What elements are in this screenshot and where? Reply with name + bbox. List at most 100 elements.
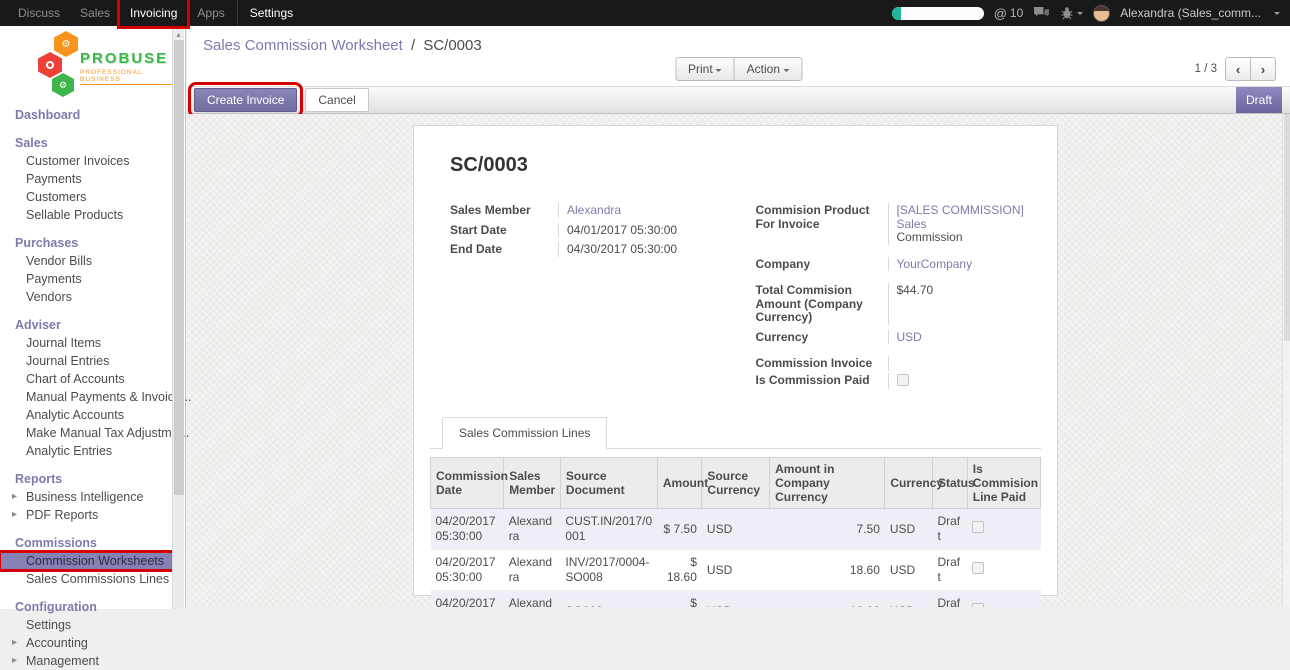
- sidebar-item-payments-purchases[interactable]: Payments: [0, 270, 173, 288]
- tab-sales-commission-lines[interactable]: Sales Commission Lines: [442, 417, 607, 449]
- table-row[interactable]: 04/20/2017 05:30:00 Alexandra CUST.IN/20…: [431, 509, 1041, 550]
- sidebar-item-analytic-entries[interactable]: Analytic Entries: [0, 442, 173, 460]
- user-avatar[interactable]: [1093, 5, 1110, 22]
- col-sales-member[interactable]: Sales Member: [504, 458, 561, 509]
- menu-discuss[interactable]: Discuss: [8, 0, 70, 26]
- sidebar-section-commissions[interactable]: Commissions: [0, 534, 173, 552]
- sidebar-item-journal-items[interactable]: Journal Items: [0, 334, 173, 352]
- field-groups: Sales Member Alexandra Start Date 04/01/…: [430, 203, 1041, 394]
- activities-counter[interactable]: 10: [994, 6, 1024, 21]
- field-label-start-date: Start Date: [450, 223, 558, 238]
- field-value-start-date: 04/01/2017 05:30:00: [567, 223, 677, 237]
- form-view-background: SC/0003 Sales Member Alexandra Start Dat…: [187, 114, 1290, 607]
- line-paid-checkbox: [972, 521, 984, 533]
- col-status[interactable]: Status: [932, 458, 967, 509]
- print-button[interactable]: Print: [675, 57, 735, 81]
- col-currency[interactable]: Currency: [885, 458, 933, 509]
- form-button-bar: Create Invoice Cancel Draft: [187, 86, 1290, 114]
- field-value-sales-member[interactable]: Alexandra: [567, 203, 621, 217]
- logo-hexagon-green-icon: ⚙: [52, 73, 74, 97]
- breadcrumb: Sales Commission Worksheet / SC/0003: [203, 37, 482, 54]
- breadcrumb-separator: /: [411, 37, 415, 54]
- window-scroll-thumb[interactable]: [1284, 114, 1290, 341]
- col-source-document[interactable]: Source Document: [560, 458, 657, 509]
- sidebar-scroll-thumb[interactable]: [174, 40, 184, 495]
- sidebar-item-journal-entries[interactable]: Journal Entries: [0, 352, 173, 370]
- col-is-paid[interactable]: Is Commision Line Paid: [967, 458, 1040, 509]
- sidebar-item-tax-adjustments[interactable]: Make Manual Tax Adjustme...: [0, 424, 173, 442]
- notebook: Sales Commission Lines Commission Date S…: [430, 416, 1041, 607]
- company-logo: ⚙ ⚙ PROBUSE PROFESSIONAL BUSINESS: [0, 26, 172, 104]
- record-title: SC/0003: [450, 154, 1041, 177]
- field-value-commission-product[interactable]: [SALES COMMISSION] Sales: [897, 203, 1024, 231]
- debug-icon[interactable]: [1060, 6, 1083, 20]
- sidebar-section-reports[interactable]: Reports: [0, 470, 173, 488]
- sidebar-item-sales-commissions-lines[interactable]: Sales Commissions Lines: [0, 570, 173, 588]
- sidebar-item-customers[interactable]: Customers: [0, 188, 173, 206]
- sidebar-item-sellable-products[interactable]: Sellable Products: [0, 206, 173, 224]
- field-value-company[interactable]: YourCompany: [897, 257, 973, 271]
- sidebar-item-vendor-bills[interactable]: Vendor Bills: [0, 252, 173, 270]
- menu-apps[interactable]: Apps: [187, 0, 234, 26]
- table-row[interactable]: 04/20/2017 05:30:00 Alexandra INV/2017/0…: [431, 550, 1041, 591]
- line-paid-checkbox: [972, 562, 984, 574]
- sidebar-item-vendors[interactable]: Vendors: [0, 288, 173, 306]
- cancel-button[interactable]: Cancel: [305, 88, 368, 112]
- sidebar-item-analytic-accounts[interactable]: Analytic Accounts: [0, 406, 173, 424]
- user-menu[interactable]: Alexandra (Sales_comm...: [1120, 6, 1261, 20]
- pager-count: 1 / 3: [1195, 63, 1217, 75]
- sidebar-section-configuration[interactable]: Configuration: [0, 598, 173, 616]
- breadcrumb-current: SC/0003: [423, 37, 481, 54]
- control-panel-buttons: Print Action: [675, 57, 802, 81]
- col-source-currency[interactable]: Source Currency: [702, 458, 770, 509]
- menu-divider: [237, 0, 238, 26]
- col-amount[interactable]: Amount: [657, 458, 702, 509]
- sidebar-section-sales[interactable]: Sales: [0, 134, 173, 152]
- sidebar-item-accounting[interactable]: Accounting: [0, 634, 173, 652]
- menu-settings[interactable]: Settings: [240, 0, 303, 26]
- is-commission-paid-checkbox: [897, 374, 909, 386]
- field-value-commission-product-rest: Commission: [897, 230, 963, 244]
- sidebar-section-purchases[interactable]: Purchases: [0, 234, 173, 252]
- sidebar-scrollbar[interactable]: [172, 26, 184, 609]
- systray: 10 Alexandra (Sales_comm...: [892, 5, 1290, 22]
- sidebar-item-management[interactable]: Management: [0, 652, 173, 670]
- field-label-sales-member: Sales Member: [450, 203, 558, 218]
- window-scrollbar[interactable]: [1282, 114, 1290, 607]
- sidebar-item-manual-payments[interactable]: Manual Payments & Invoice...: [0, 388, 173, 406]
- field-value-end-date: 04/30/2017 05:30:00: [567, 242, 677, 256]
- line-paid-checkbox: [972, 603, 984, 607]
- menu-invoicing[interactable]: Invoicing: [120, 0, 187, 26]
- form-sheet: SC/0003 Sales Member Alexandra Start Dat…: [413, 125, 1058, 596]
- action-button[interactable]: Action: [734, 57, 802, 81]
- sidebar-item-commission-worksheets[interactable]: Commission Worksheets: [0, 552, 173, 570]
- status-badge-draft[interactable]: Draft: [1236, 87, 1282, 113]
- menu-sales[interactable]: Sales: [70, 0, 120, 26]
- sidebar-section-adviser[interactable]: Adviser: [0, 316, 173, 334]
- sidebar: ⚙ ⚙ PROBUSE PROFESSIONAL BUSINESS Dashbo…: [0, 26, 186, 609]
- user-caret-icon: [1274, 12, 1280, 18]
- timer-widget[interactable]: [892, 7, 984, 20]
- table-row[interactable]: 04/20/2017 10:35:53 Alexandra SO008 $ 18…: [431, 591, 1041, 608]
- messages-icon[interactable]: [1033, 6, 1050, 20]
- col-amount-company[interactable]: Amount in Company Currency: [770, 458, 885, 509]
- col-commission-date[interactable]: Commission Date: [431, 458, 504, 509]
- sidebar-item-business-intelligence[interactable]: Business Intelligence: [0, 488, 173, 506]
- sidebar-item-settings[interactable]: Settings: [0, 616, 173, 634]
- sidebar-item-dashboard[interactable]: Dashboard: [0, 106, 173, 124]
- sidebar-item-pdf-reports[interactable]: PDF Reports: [0, 506, 173, 524]
- pager-next-button[interactable]: [1250, 57, 1276, 81]
- breadcrumb-parent[interactable]: Sales Commission Worksheet: [203, 37, 403, 54]
- sidebar-item-payments-sales[interactable]: Payments: [0, 170, 173, 188]
- field-label-total-commission: Total Commision Amount (Company Currency…: [756, 283, 888, 325]
- pager: 1 / 3: [1195, 57, 1276, 81]
- commission-lines-table: Commission Date Sales Member Source Docu…: [430, 457, 1041, 607]
- field-value-currency[interactable]: USD: [897, 330, 922, 344]
- sidebar-item-customer-invoices[interactable]: Customer Invoices: [0, 152, 173, 170]
- statusbar: Draft: [1236, 87, 1282, 113]
- timer-progress: [892, 7, 901, 20]
- pager-previous-button[interactable]: [1225, 57, 1251, 81]
- sidebar-item-chart-of-accounts[interactable]: Chart of Accounts: [0, 370, 173, 388]
- print-caret-icon: [716, 69, 722, 75]
- create-invoice-button[interactable]: Create Invoice: [194, 88, 297, 112]
